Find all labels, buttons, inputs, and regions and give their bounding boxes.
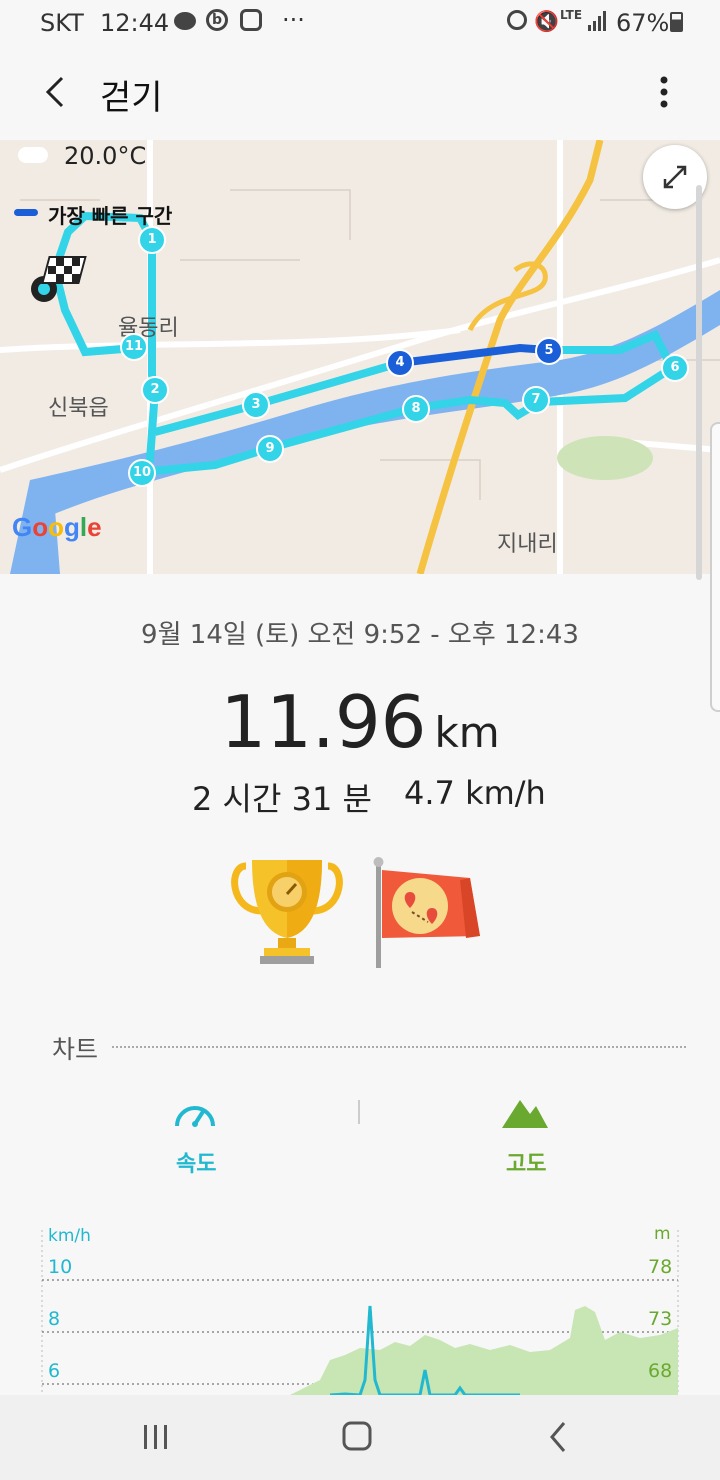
chat-icon <box>174 12 196 30</box>
system-back-button[interactable] <box>540 1417 580 1457</box>
speedometer-icon[interactable] <box>172 1094 218 1134</box>
more-vert-icon <box>660 76 668 108</box>
segment-marker[interactable]: 2 <box>141 376 169 404</box>
place-label: 신북읍 <box>48 396 109 421</box>
trophy-speed-icon[interactable] <box>228 856 346 972</box>
status-bar: SKT 12:44 b ··· 🔇 LTE 67% <box>0 0 720 46</box>
segment-marker[interactable]: 4 <box>386 349 414 377</box>
duration-value: 2 시간 31 분 <box>192 780 372 818</box>
fastest-legend-label: 가장 빠른 구간 <box>48 204 173 228</box>
section-divider <box>112 1046 686 1048</box>
system-nav-bar <box>0 1395 720 1480</box>
system-back-icon <box>550 1422 566 1452</box>
recent-apps-icon <box>144 1425 167 1449</box>
route-map[interactable]: 20.0°C 가장 빠른 구간 율동리 신북읍 지내리 1 2 3 4 5 6 … <box>0 140 720 574</box>
temperature: 20.0°C <box>64 142 147 170</box>
distance-value: 11.96 <box>220 680 427 764</box>
back-button[interactable] <box>38 72 78 112</box>
alarm-icon <box>507 10 527 30</box>
right-axis-tick: 73 <box>648 1308 673 1330</box>
right-axis-tick: 78 <box>648 1256 673 1278</box>
home-icon <box>342 1421 372 1451</box>
left-axis-unit: km/h <box>48 1226 91 1246</box>
right-axis-unit: m <box>654 1224 671 1244</box>
chart-canvas <box>41 1230 679 1395</box>
page-title: 걷기 <box>100 78 163 118</box>
blog-icon: b <box>206 9 228 31</box>
mountain-icon[interactable] <box>502 1094 548 1134</box>
distance-display: 11.96 km <box>0 680 720 764</box>
mute-icon: 🔇 <box>534 9 559 33</box>
right-axis-tick: 68 <box>648 1360 673 1382</box>
route-flag-icon[interactable] <box>370 856 484 974</box>
segment-marker[interactable]: 7 <box>522 386 550 414</box>
network-type: LTE <box>560 8 583 22</box>
tab-altitude[interactable]: 고도 <box>506 1146 546 1178</box>
scrollbar[interactable] <box>696 185 702 580</box>
segment-marker[interactable]: 1 <box>138 226 166 254</box>
more-notifications-icon: ··· <box>282 6 305 34</box>
status-time: 12:44 <box>100 9 170 37</box>
avg-speed-value: 4.7 km/h <box>404 774 546 812</box>
carrier: SKT <box>40 9 84 37</box>
chart-section-title: 차트 <box>52 1035 99 1064</box>
segment-marker[interactable]: 10 <box>128 459 156 487</box>
fastest-legend-swatch <box>14 209 38 216</box>
altitude-area <box>290 1306 678 1395</box>
segment-marker[interactable]: 5 <box>535 337 563 365</box>
more-options-button[interactable] <box>652 74 676 110</box>
distance-unit: km <box>434 708 500 757</box>
tab-speed[interactable]: 속도 <box>176 1146 216 1178</box>
segment-marker[interactable]: 8 <box>402 395 430 423</box>
edge-panel-handle[interactable] <box>710 422 720 712</box>
left-axis-tick: 6 <box>48 1360 61 1382</box>
speed-altitude-chart: km/h 10 8 6 m 78 73 68 <box>0 1220 720 1395</box>
signal-icon <box>588 10 610 36</box>
cloud-icon <box>18 147 48 163</box>
finish-flag-icon <box>30 255 90 309</box>
segment-marker[interactable]: 9 <box>256 435 284 463</box>
app-bar: 걷기 <box>0 46 720 140</box>
battery-icon <box>670 12 683 32</box>
instagram-icon <box>240 9 262 31</box>
tab-divider <box>358 1100 360 1124</box>
recent-apps-button[interactable] <box>136 1419 176 1455</box>
workout-datetime: 9월 14일 (토) 오전 9:52 - 오후 12:43 <box>141 620 579 650</box>
segment-marker[interactable]: 6 <box>661 354 689 382</box>
home-button[interactable] <box>338 1417 378 1457</box>
battery-percent: 67% <box>616 9 670 37</box>
back-arrow-icon <box>45 76 64 108</box>
left-axis-tick: 8 <box>48 1308 61 1330</box>
segment-marker[interactable]: 3 <box>242 391 270 419</box>
place-label: 지내리 <box>497 532 558 557</box>
left-axis-tick: 10 <box>48 1256 73 1278</box>
segment-marker[interactable]: 11 <box>120 333 148 361</box>
google-logo: Google <box>12 512 102 542</box>
